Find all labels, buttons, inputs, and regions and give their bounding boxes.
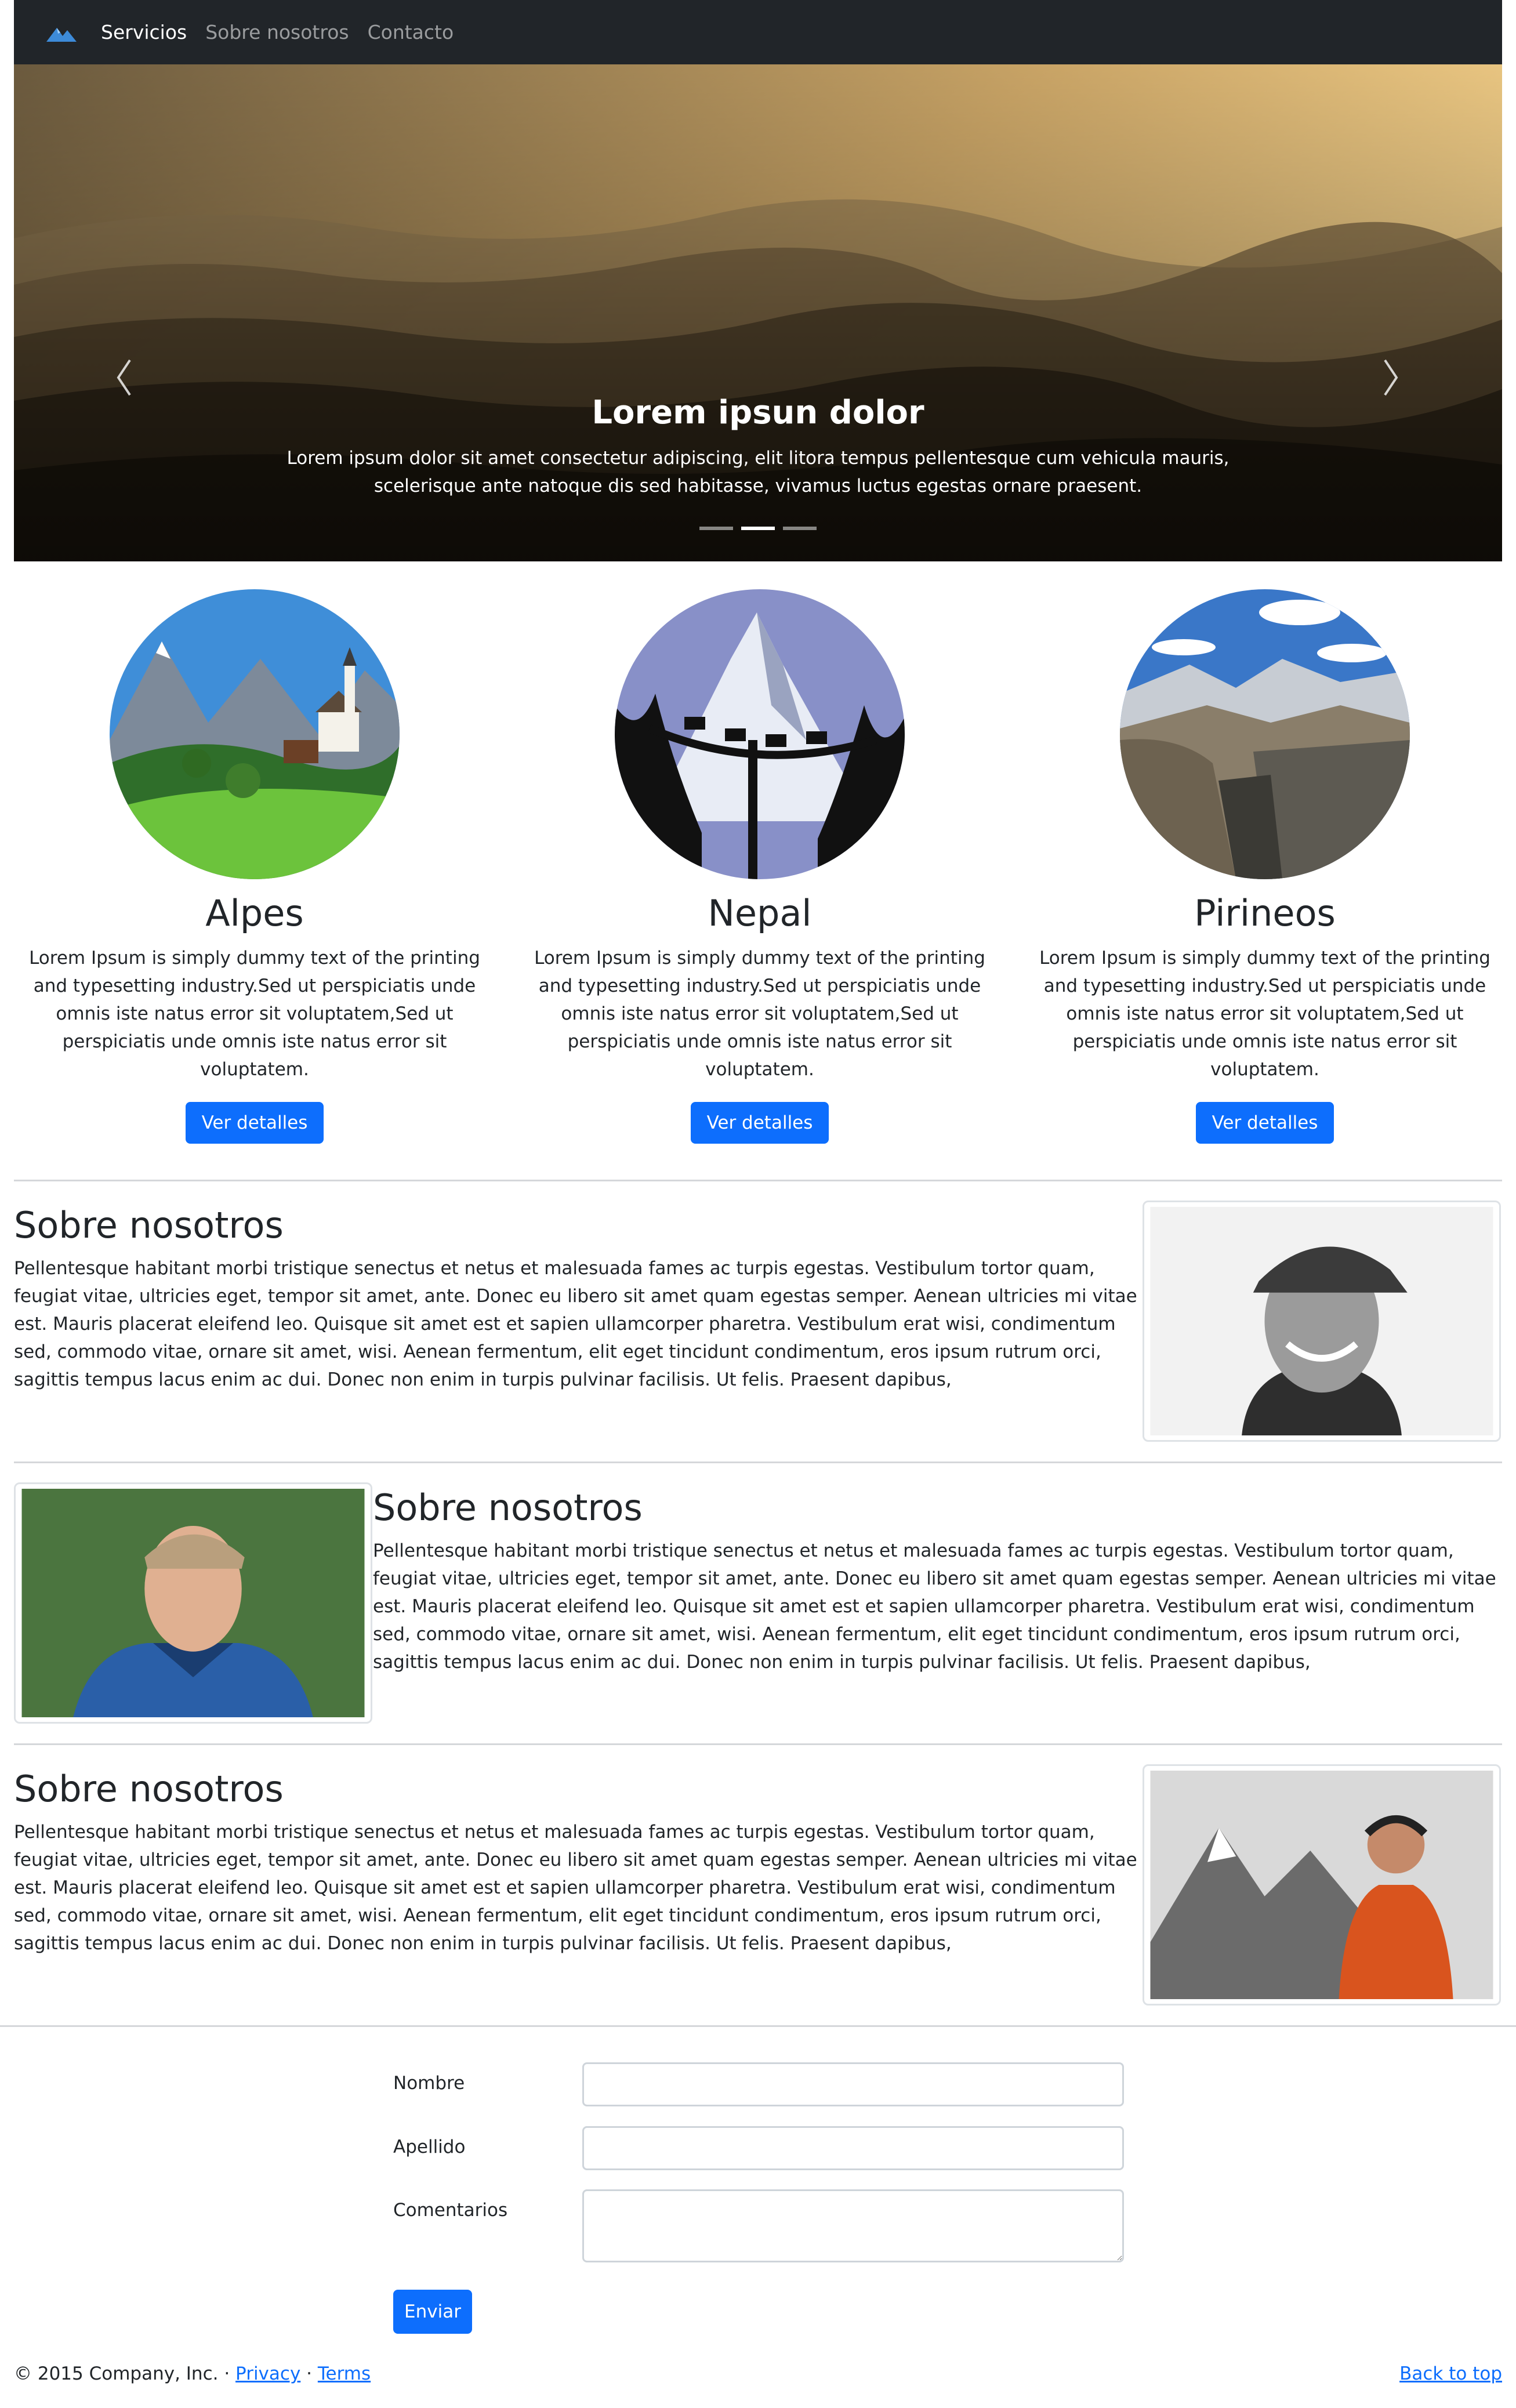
about-section-3: Sobre nosotros Pellentesque habitant mor… [14,1766,1139,1957]
comentarios-textarea[interactable] [582,2189,1124,2262]
enviar-button[interactable]: Enviar [393,2290,472,2334]
feature-title: Alpes [205,892,304,934]
about-title: Sobre nosotros [14,1768,284,1810]
copyright-text: © 2015 Company, Inc. · [14,2363,236,2384]
alpes-image [110,589,400,879]
carousel-text: Lorem ipsum dolor sit amet consectetur a… [286,448,1230,496]
hero-carousel: Lorem ipsun dolor Lorem ipsum dolor sit … [14,64,1502,561]
comentarios-label: Comentarios [393,2200,508,2221]
feature-text: Lorem Ipsum is simply dummy text of the … [1039,948,1490,1080]
feature-pirineos: Pirineos Lorem Ipsum is simply dummy tex… [1024,589,1506,1144]
about-image-3 [1143,1764,1501,2006]
carousel-title: Lorem ipsun dolor [592,394,924,431]
nombre-input[interactable] [582,2062,1124,2106]
apellido-input[interactable] [582,2126,1124,2170]
nav-link-contacto[interactable]: Contacto [368,21,454,43]
mountain-logo-icon[interactable] [45,21,78,44]
section-divider [14,1180,1502,1181]
form-row-nombre: Nombre [393,2062,1124,2106]
carousel-indicator-2[interactable] [741,527,775,530]
carousel-indicator-1[interactable] [699,527,733,530]
nombre-label: Nombre [393,2073,465,2094]
about-image-2 [14,1482,372,1724]
section-divider [14,1743,1502,1745]
carousel-caption: Lorem ipsun dolor Lorem ipsum dolor sit … [14,394,1502,500]
form-row-comentarios: Comentarios [393,2189,1124,2262]
section-divider [0,2025,1516,2027]
feature-nepal: Nepal Lorem Ipsum is simply dummy text o… [519,589,1000,1144]
about-text: Pellentesque habitant morbi tristique se… [14,1258,1137,1390]
feature-title: Pirineos [1194,892,1336,934]
apellido-label: Apellido [393,2137,466,2157]
footer-separator: · [300,2363,318,2384]
nav-link-servicios[interactable]: Servicios [101,21,187,43]
about-text: Pellentesque habitant morbi tristique se… [14,1822,1137,1954]
form-row-apellido: Apellido [393,2126,1124,2170]
feature-alpes: Alpes Lorem Ipsum is simply dummy text o… [14,589,495,1144]
section-divider [14,1462,1502,1463]
feature-text: Lorem Ipsum is simply dummy text of the … [29,948,480,1080]
feature-title: Nepal [708,892,812,934]
about-image-1 [1143,1201,1501,1442]
carousel-indicator-3[interactable] [783,527,817,530]
nepal-image [615,589,905,879]
about-section-1: Sobre nosotros Pellentesque habitant mor… [14,1202,1139,1394]
footer: © 2015 Company, Inc. · Privacy · Terms B… [14,2363,1502,2384]
footer-left: © 2015 Company, Inc. · Privacy · Terms [14,2363,371,2384]
carousel-indicators [14,527,1502,530]
about-title: Sobre nosotros [14,1204,284,1246]
ver-detalles-button-nepal[interactable]: Ver detalles [690,1102,829,1144]
about-section-2: Sobre nosotros Pellentesque habitant mor… [373,1485,1502,1676]
about-text: Pellentesque habitant morbi tristique se… [373,1540,1496,1673]
ver-detalles-button-pirineos[interactable]: Ver detalles [1195,1102,1334,1144]
ver-detalles-button-alpes[interactable]: Ver detalles [185,1102,324,1144]
navbar: Servicios Sobre nosotros Contacto [14,0,1502,64]
back-to-top-link[interactable]: Back to top [1399,2363,1502,2384]
about-title: Sobre nosotros [373,1486,643,1529]
feature-text: Lorem Ipsum is simply dummy text of the … [534,948,985,1080]
privacy-link[interactable]: Privacy [235,2363,300,2384]
terms-link[interactable]: Terms [318,2363,371,2384]
pirineos-image [1120,589,1410,879]
nav-link-sobre-nosotros[interactable]: Sobre nosotros [205,21,349,43]
